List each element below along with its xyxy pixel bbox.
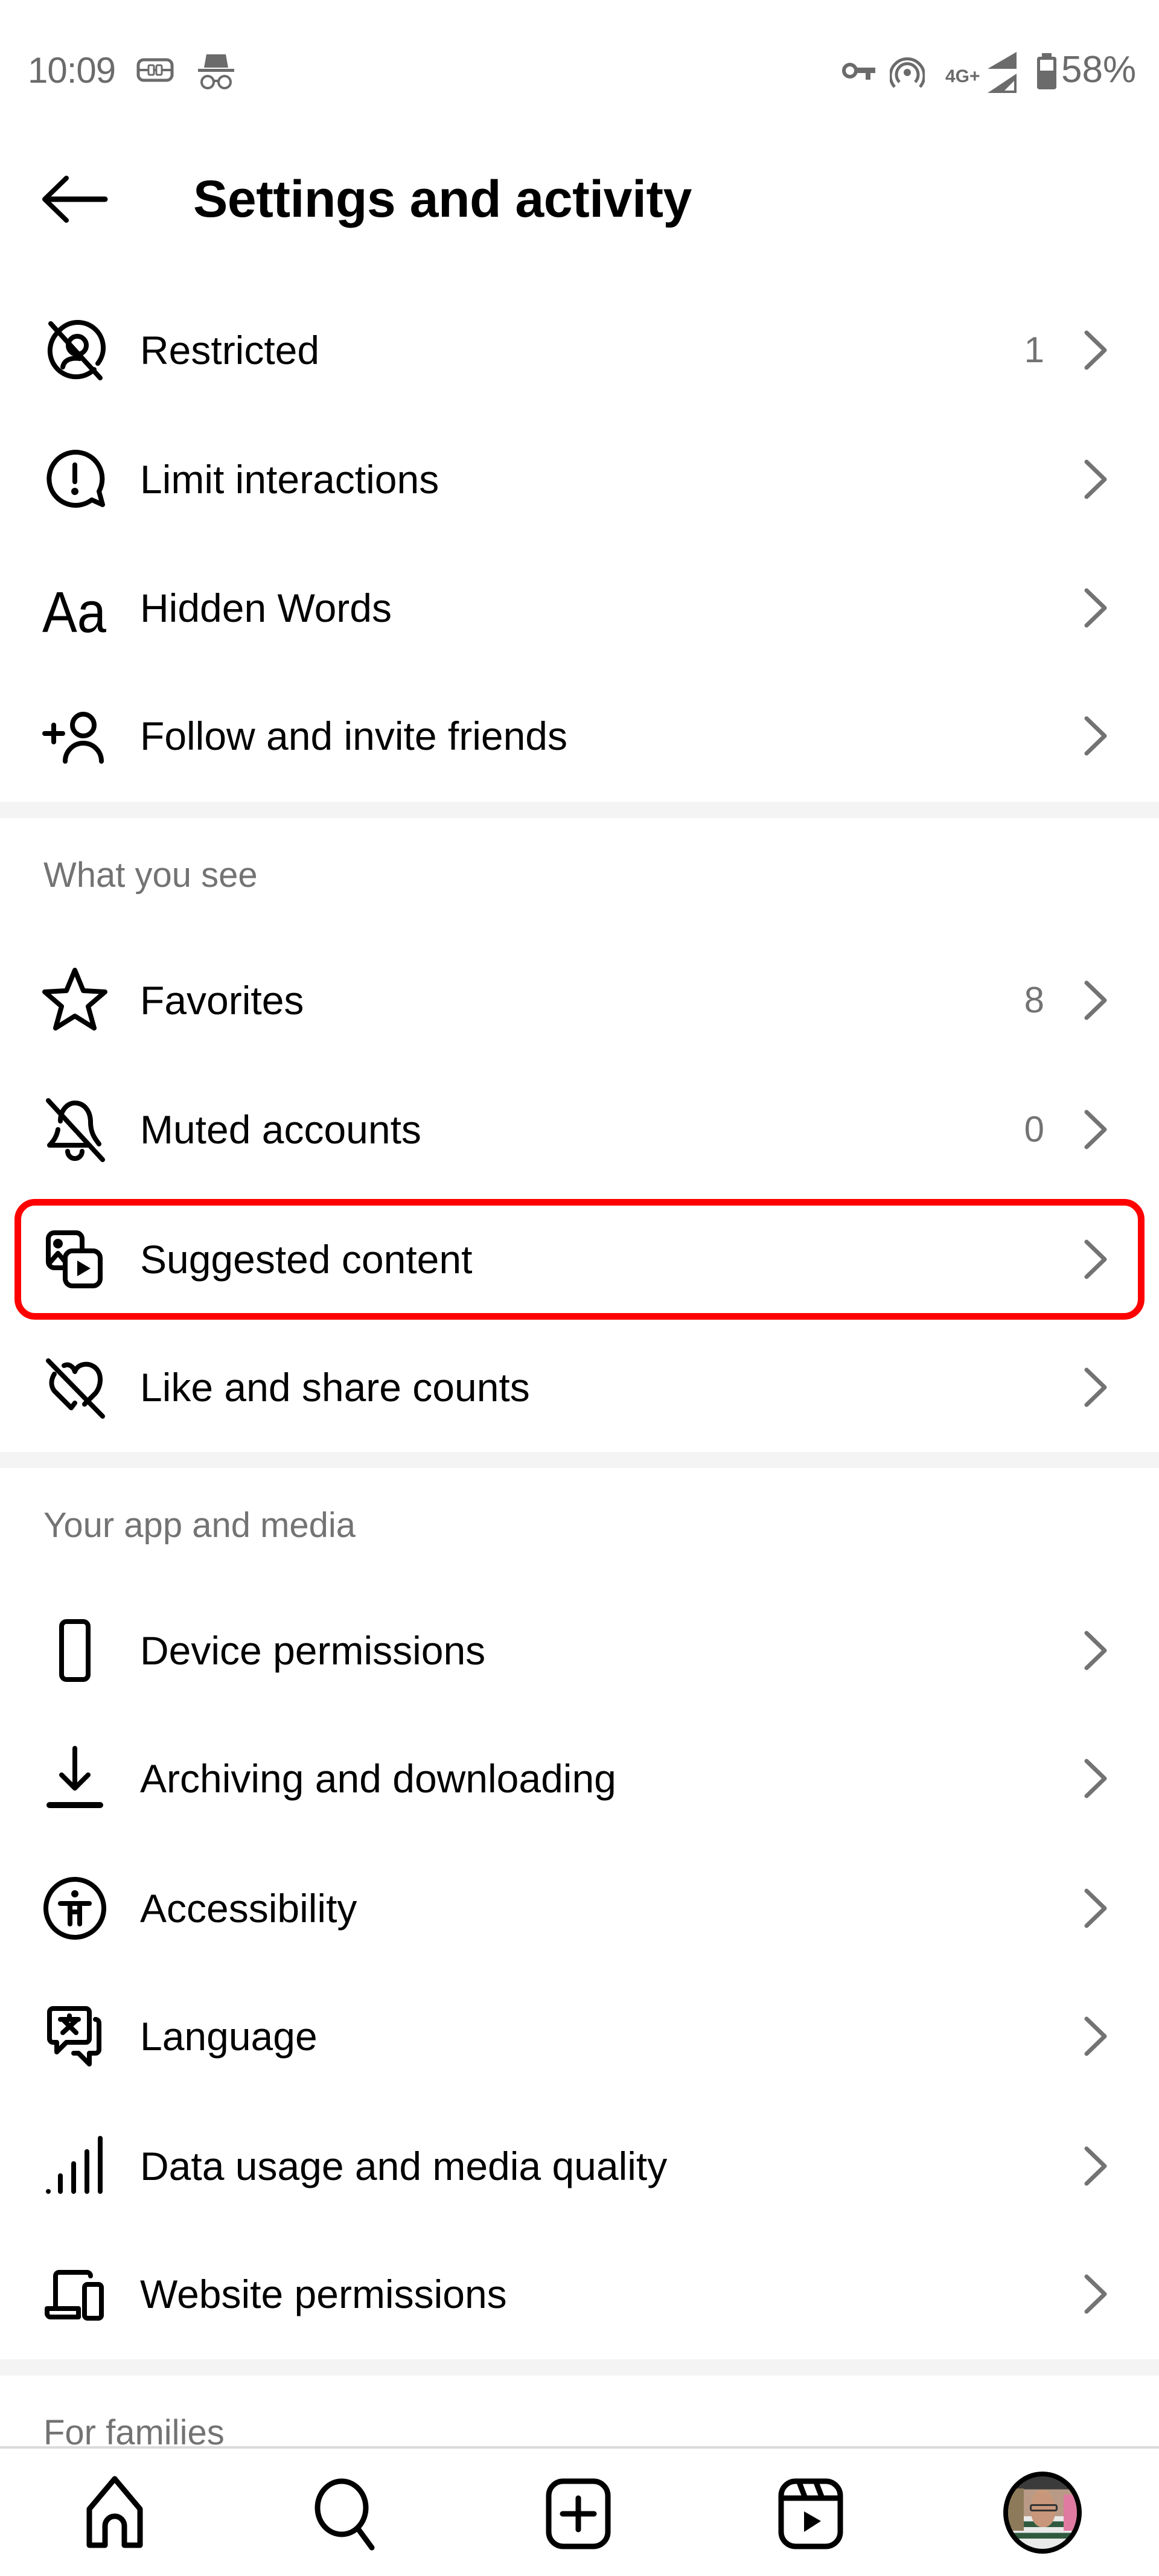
- star-icon: [40, 965, 110, 1035]
- limit-interactions-icon: [40, 444, 110, 514]
- avatar-glasses: [1030, 2504, 1058, 2511]
- add-person-icon: [40, 701, 110, 771]
- row-count: 8: [1024, 980, 1044, 1020]
- row-label: Limit interactions: [140, 457, 439, 502]
- nav-search[interactable]: [307, 2474, 385, 2552]
- settings-row-data-usage[interactable]: Data usage and media quality: [0, 2106, 1159, 2226]
- chevron-right-icon: [1081, 329, 1111, 371]
- row-count: 1: [1024, 330, 1044, 370]
- row-label: Hidden Words: [140, 586, 392, 630]
- settings-row-muted-accounts[interactable]: Muted accounts 0: [0, 1069, 1159, 1190]
- status-time: 10:09: [28, 50, 116, 91]
- nav-home[interactable]: [76, 2474, 155, 2552]
- settings-row-like-share-counts[interactable]: Like and share counts: [0, 1327, 1159, 1448]
- battery-icon: [1036, 53, 1058, 94]
- muted-bell-icon: [40, 1095, 110, 1165]
- chevron-right-icon: [1081, 1366, 1111, 1408]
- arrow-left-icon: [37, 176, 110, 229]
- restricted-icon: [40, 315, 110, 385]
- row-count: 0: [1024, 1109, 1044, 1149]
- profile-avatar[interactable]: [1003, 2472, 1082, 2554]
- settings-row-archiving-downloading[interactable]: Archiving and downloading: [0, 1718, 1159, 1839]
- network-type: 4G+: [945, 66, 980, 86]
- hotspot-icon: [889, 56, 926, 92]
- hidden-heart-icon: [40, 1352, 110, 1422]
- settings-row-follow-invite[interactable]: Follow and invite friends: [0, 676, 1159, 796]
- chevron-right-icon: [1081, 1238, 1111, 1280]
- settings-row-accessibility[interactable]: Accessibility: [0, 1848, 1159, 1969]
- nav-create[interactable]: [539, 2474, 618, 2552]
- row-label: Follow and invite friends: [140, 714, 568, 758]
- hidden-words-icon: Aa: [40, 573, 110, 643]
- chevron-right-icon: [1081, 715, 1111, 757]
- row-label: Data usage and media quality: [140, 2144, 668, 2188]
- home-icon: [76, 2474, 155, 2552]
- chevron-right-icon: [1081, 1887, 1111, 1929]
- chevron-right-icon: [1081, 2145, 1111, 2187]
- avatar-bg-left: [1008, 2488, 1024, 2531]
- download-icon: [40, 1743, 110, 1814]
- section-header-your-app-and-media: Your app and media: [43, 1506, 356, 1545]
- suggested-content-icon: [40, 1224, 110, 1294]
- chevron-right-icon: [1081, 1757, 1111, 1800]
- battery-percent: 58%: [1061, 49, 1137, 91]
- phone-icon: [40, 1616, 110, 1686]
- chevron-right-icon: [1081, 2273, 1111, 2315]
- accessibility-icon: [40, 1873, 110, 1943]
- row-label: Suggested content: [140, 1237, 473, 1282]
- settings-row-favorites[interactable]: Favorites 8: [0, 940, 1159, 1061]
- row-label: Restricted: [140, 328, 320, 372]
- svg-text:Aa: Aa: [42, 580, 107, 643]
- cast-link-icon: [136, 58, 174, 85]
- back-button[interactable]: [37, 172, 110, 226]
- row-label: Language: [140, 2014, 318, 2059]
- settings-row-language[interactable]: Language: [0, 1976, 1159, 2097]
- row-label: Website permissions: [140, 2272, 507, 2316]
- chevron-right-icon: [1081, 587, 1111, 629]
- settings-row-restricted[interactable]: Restricted 1: [0, 290, 1159, 411]
- row-label: Archiving and downloading: [140, 1756, 616, 1801]
- devices-icon: [40, 2259, 110, 2329]
- nav-reels[interactable]: [771, 2474, 850, 2552]
- bottom-nav: [0, 2446, 1159, 2576]
- header: Settings and activity: [0, 145, 1159, 254]
- chevron-right-icon: [1081, 1629, 1111, 1672]
- settings-row-hidden-words[interactable]: Aa Hidden Words: [0, 548, 1159, 668]
- search-icon: [307, 2474, 385, 2552]
- reels-icon: [771, 2474, 850, 2552]
- settings-row-website-permissions[interactable]: Website permissions: [0, 2234, 1159, 2354]
- chevron-right-icon: [1081, 1108, 1111, 1151]
- settings-row-suggested-content[interactable]: Suggested content: [0, 1199, 1159, 1320]
- section-divider: [0, 1452, 1159, 1468]
- signal-bars-icon: [40, 2131, 110, 2201]
- incognito-icon: [197, 52, 235, 94]
- row-label: Favorites: [140, 978, 304, 1023]
- page-title: Settings and activity: [193, 170, 692, 228]
- row-label: Device permissions: [140, 1628, 486, 1673]
- section-header-what-you-see: What you see: [43, 855, 258, 895]
- section-divider: [0, 802, 1159, 818]
- settings-row-device-permissions[interactable]: Device permissions: [0, 1590, 1159, 1711]
- status-bar: 10:09 4G+ 58%: [0, 0, 1159, 145]
- avatar-bg-right: [1064, 2495, 1077, 2531]
- row-label: Accessibility: [140, 1886, 357, 1931]
- row-label: Muted accounts: [140, 1107, 421, 1152]
- settings-row-limit-interactions[interactable]: Limit interactions: [0, 419, 1159, 540]
- signal-icon: [988, 51, 1018, 97]
- language-icon: [40, 2001, 110, 2071]
- vpn-key-icon: [841, 59, 876, 85]
- section-divider: [0, 2359, 1159, 2376]
- create-post-icon: [539, 2474, 618, 2552]
- chevron-right-icon: [1081, 458, 1111, 500]
- chevron-right-icon: [1081, 979, 1111, 1021]
- chevron-right-icon: [1081, 2015, 1111, 2057]
- row-label: Like and share counts: [140, 1365, 530, 1410]
